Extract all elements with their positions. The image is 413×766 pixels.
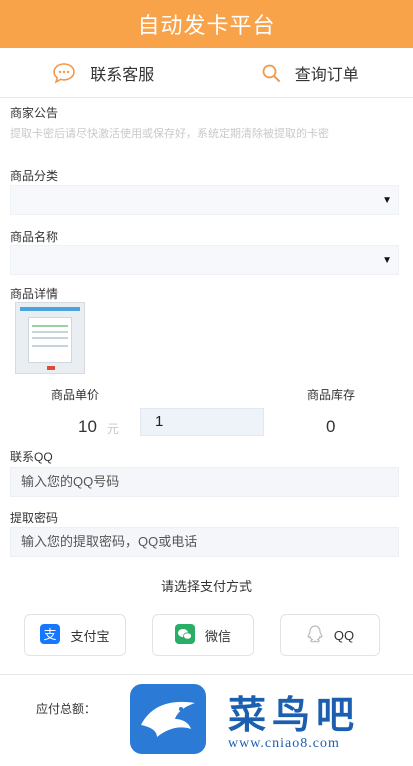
qq-icon [306,624,324,647]
price-value: 10 [78,417,97,436]
contact-service-button[interactable]: 联系客服 [0,48,207,97]
bird-logo-icon [130,684,206,754]
dropdown-arrow-icon: ▼ [382,195,392,206]
alipay-label: 支付宝 [70,628,110,644]
alipay-icon: 支 [40,623,61,647]
total-amount-label: 应付总额： [36,702,97,716]
watermark: 菜鸟吧 www.cniao8.com [130,682,413,766]
watermark-name: 菜鸟吧 [228,692,361,737]
chat-bubble-icon [52,62,76,84]
stock-label: 商品库存 [306,388,355,402]
qq-label: QQ [333,627,355,643]
extract-password-label: 提取密码 [10,511,59,525]
watermark-url: www.cniao8.com [228,736,340,751]
price-unit: 元 [107,422,120,436]
search-icon [261,63,281,83]
page-title: 自动发卡平台 [137,13,276,38]
top-nav: 联系客服 查询订单 [0,48,413,98]
contact-service-label: 联系客服 [90,66,155,84]
pay-alipay-button[interactable]: 支 支付宝 [24,614,126,656]
qq-number-input[interactable]: 输入您的QQ号码 [10,467,399,497]
stock-value: 0 [326,417,336,436]
dropdown-arrow-icon: ▼ [382,255,392,266]
wechat-icon [174,623,195,647]
query-order-button[interactable]: 查询订单 [207,48,413,97]
query-order-label: 查询订单 [294,66,359,84]
category-label: 商品分类 [10,169,59,183]
product-select[interactable]: ▼ [10,245,399,275]
pay-wechat-button[interactable]: 微信 [152,614,254,656]
product-label: 商品名称 [10,230,59,244]
extract-password-input[interactable]: 输入您的提取密码，QQ或电话 [10,527,399,557]
wechat-label: 微信 [204,628,231,644]
quantity-input[interactable]: 1 [140,408,264,436]
payment-title: 请选择支付方式 [160,579,252,594]
notice-text: 提取卡密后请尽快激活使用或保存好，系统定期清除被提取的卡密 [10,128,329,140]
details-label: 商品详情 [10,287,59,301]
category-select[interactable]: ▼ [10,185,399,215]
notice-label: 商家公告 [10,106,59,120]
footer-divider [0,674,413,675]
app-header: 自动发卡平台 [0,0,413,48]
pay-qq-button[interactable]: QQ [280,614,380,656]
price-label: 商品单价 [50,388,99,402]
svg-text:支: 支 [44,628,57,643]
product-detail-image [15,302,85,374]
contact-qq-label: 联系QQ [10,450,53,464]
